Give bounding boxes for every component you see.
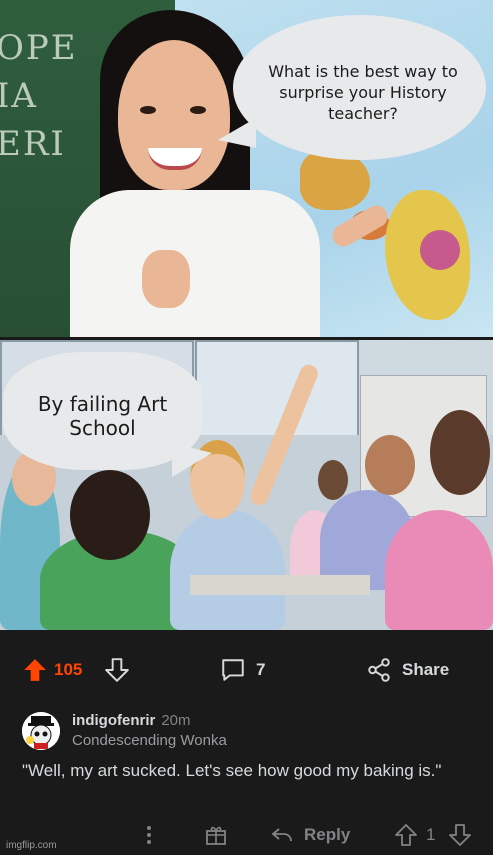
reply-arrow-icon	[270, 823, 294, 847]
student-head	[318, 460, 348, 500]
downvote-outline-icon	[448, 823, 472, 847]
post-frame: OPE IA ERI What is the best way to surpr…	[0, 0, 493, 855]
comment-timestamp: 20m	[161, 712, 191, 729]
student-head	[430, 410, 490, 495]
post-score: 105	[54, 660, 83, 679]
downvote-button[interactable]	[104, 658, 130, 682]
teacher-eye	[190, 106, 206, 114]
student-figure	[385, 510, 493, 630]
comment-upvote-button[interactable]	[394, 822, 418, 848]
teacher-hand	[142, 250, 190, 308]
imgflip-watermark: imgflip.com	[6, 840, 57, 851]
student-head	[70, 470, 150, 560]
upvote-arrow-icon	[22, 657, 48, 683]
student-head	[365, 435, 415, 495]
downvote-arrow-icon	[104, 657, 130, 683]
avatar-image	[22, 712, 60, 750]
award-button[interactable]	[204, 822, 228, 848]
vote-count-text: 1	[426, 825, 436, 844]
upvote-button[interactable]: 105	[22, 658, 82, 682]
classroom-window	[195, 340, 359, 439]
gift-icon	[204, 823, 228, 847]
comment-downvote-button[interactable]	[448, 822, 472, 848]
share-button[interactable]: Share	[366, 658, 449, 682]
speech-text-students: By failing Art School	[37, 392, 168, 440]
chalkboard-text: OPE IA ERI	[0, 28, 78, 164]
share-icon	[366, 657, 392, 683]
comment-count: 7	[256, 660, 266, 679]
desk	[190, 575, 370, 595]
more-options-button[interactable]	[142, 822, 156, 848]
comment-bubble-icon	[220, 657, 246, 683]
more-vertical-icon	[142, 824, 156, 846]
speech-bubble-teacher: What is the best way to surprise your Hi…	[233, 15, 486, 160]
teacher-eye	[140, 106, 156, 114]
comments-button[interactable]: 7	[220, 658, 265, 682]
comment-author[interactable]: indigofenrir 20m	[72, 712, 191, 729]
teacher-shirt	[70, 190, 320, 337]
reply-button[interactable]: Reply	[270, 822, 350, 848]
meme-panel-teacher: OPE IA ERI What is the best way to surpr…	[0, 0, 493, 337]
user-flair: Condescending Wonka	[72, 732, 227, 749]
student-figure	[170, 510, 285, 630]
comment: indigofenrir 20m Condescending Wonka "Wel…	[0, 700, 493, 855]
teacher-face	[118, 40, 230, 190]
reply-label: Reply	[304, 825, 351, 844]
post-action-bar: 105 7 Share	[0, 640, 493, 700]
upvote-outline-icon	[394, 823, 418, 847]
speech-bubble-students: By failing Art School	[3, 352, 203, 470]
share-label: Share	[402, 660, 450, 679]
map-region	[420, 230, 460, 270]
teacher-smile	[148, 148, 202, 170]
comment-vote-count: 1	[426, 822, 435, 848]
avatar[interactable]	[22, 712, 60, 750]
speech-text-teacher: What is the best way to surprise your Hi…	[268, 62, 458, 123]
username-text[interactable]: indigofenrir	[72, 712, 155, 729]
comment-body: "Well, my art sucked. Let's see how good…	[22, 761, 442, 780]
